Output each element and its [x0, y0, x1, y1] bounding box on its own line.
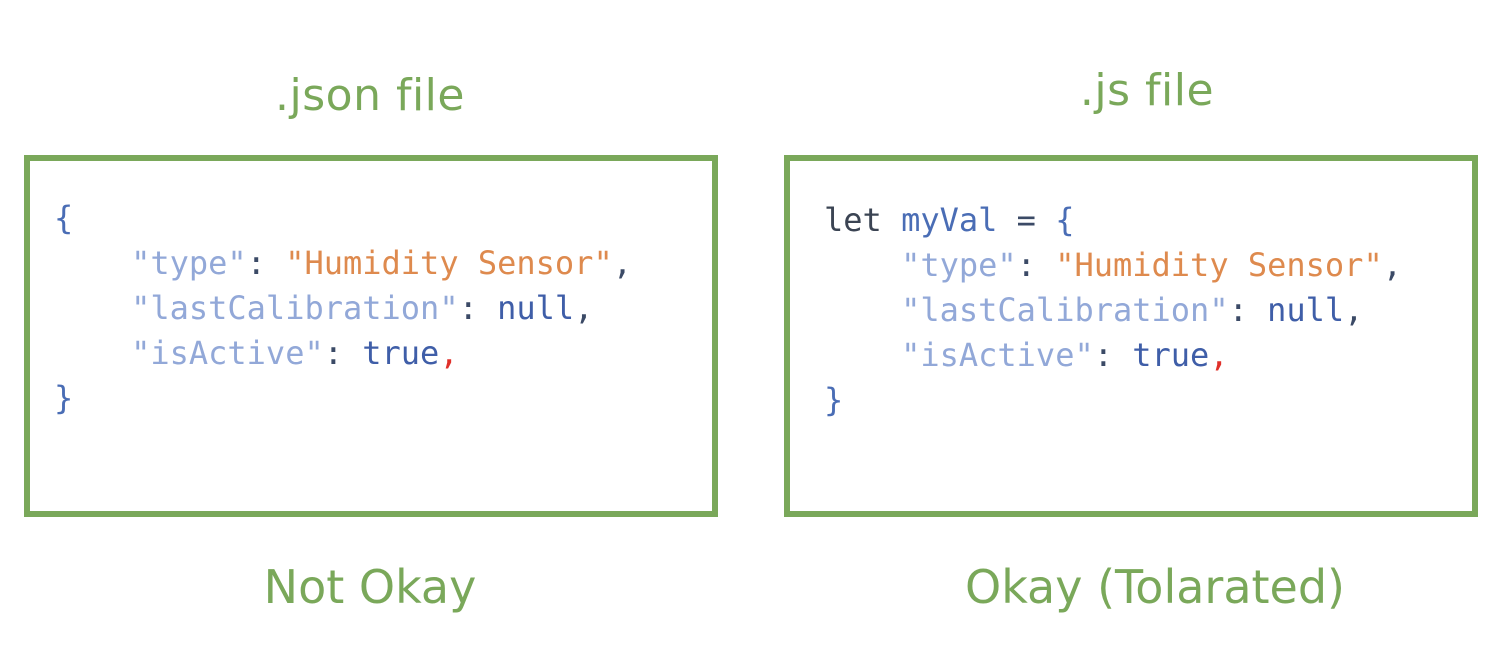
json-open-brace: {: [54, 199, 74, 237]
json-verdict: Not Okay: [263, 560, 477, 614]
json-key-isactive: "isActive": [131, 334, 324, 372]
js-sep: :: [1016, 246, 1056, 284]
js-code-block: let myVal = { "type": "Humidity Sensor",…: [824, 198, 1402, 423]
json-close-brace: }: [54, 379, 74, 417]
js-code-box: let myVal = { "type": "Humidity Sensor",…: [784, 155, 1478, 517]
js-file-title: .js file: [1079, 65, 1215, 116]
json-sep: :: [458, 289, 498, 327]
json-code-box: { "type": "Humidity Sensor", "lastCalibr…: [24, 155, 718, 517]
js-let-keyword: let: [824, 201, 882, 239]
js-key-lastcalibration: "lastCalibration": [901, 291, 1229, 329]
json-file-title: .json file: [275, 70, 465, 121]
json-sep: :: [323, 334, 363, 372]
js-key-type: "type": [901, 246, 1017, 284]
js-key-isactive: "isActive": [901, 336, 1094, 374]
js-value-isactive: true: [1132, 336, 1210, 374]
json-key-type: "type": [131, 244, 247, 282]
json-comma: ,: [612, 244, 632, 282]
js-sep: :: [1228, 291, 1268, 329]
js-open-brace: {: [1055, 201, 1075, 239]
json-sep: :: [246, 244, 286, 282]
json-value-lastcalibration: null: [497, 289, 575, 327]
js-value-type: "Humidity Sensor": [1055, 246, 1383, 284]
json-key-lastcalibration: "lastCalibration": [131, 289, 459, 327]
js-comma: ,: [1382, 246, 1402, 284]
json-comma: ,: [574, 289, 594, 327]
js-close-brace: }: [824, 381, 844, 419]
js-verdict: Okay (Tolarated): [965, 560, 1345, 614]
js-trailing-comma-highlight: ,: [1209, 336, 1229, 374]
json-trailing-comma-error: ,: [439, 334, 459, 372]
js-assign: =: [997, 201, 1056, 239]
json-value-isactive: true: [362, 334, 440, 372]
js-comma: ,: [1344, 291, 1364, 329]
js-sep: :: [1093, 336, 1133, 374]
js-variable-name: myVal: [901, 201, 998, 239]
json-value-type: "Humidity Sensor": [285, 244, 613, 282]
json-code-block: { "type": "Humidity Sensor", "lastCalibr…: [54, 196, 632, 421]
js-value-lastcalibration: null: [1267, 291, 1345, 329]
